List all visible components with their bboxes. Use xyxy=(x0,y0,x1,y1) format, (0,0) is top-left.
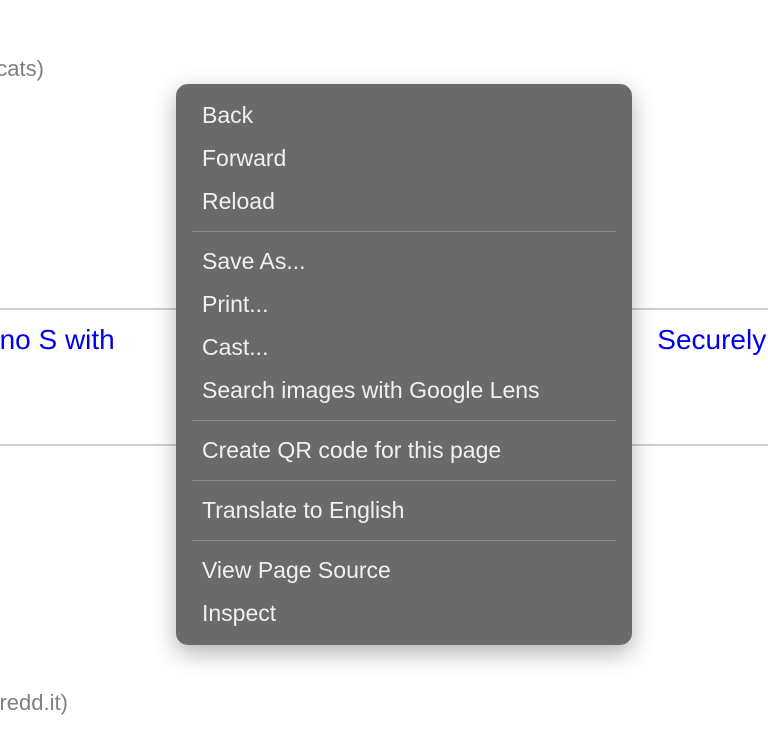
menu-translate[interactable]: Translate to English xyxy=(176,489,632,532)
menu-reload[interactable]: Reload xyxy=(176,180,632,223)
menu-back[interactable]: Back xyxy=(176,94,632,137)
menu-view-source[interactable]: View Page Source xyxy=(176,549,632,592)
menu-save-as[interactable]: Save As... xyxy=(176,240,632,283)
page-text-fragment-bottom: v.redd.it) xyxy=(0,690,68,716)
page-text-fragment-top: f.cats) xyxy=(0,56,44,82)
menu-inspect[interactable]: Inspect xyxy=(176,592,632,635)
menu-print[interactable]: Print... xyxy=(176,283,632,326)
page-link-left-fragment[interactable]: ano S with xyxy=(0,324,115,356)
menu-separator xyxy=(192,540,616,541)
context-menu: Back Forward Reload Save As... Print... … xyxy=(176,84,632,645)
page-link-right-fragment[interactable]: Securely s xyxy=(657,324,768,356)
menu-create-qr[interactable]: Create QR code for this page xyxy=(176,429,632,472)
menu-separator xyxy=(192,231,616,232)
menu-separator xyxy=(192,420,616,421)
menu-forward[interactable]: Forward xyxy=(176,137,632,180)
menu-cast[interactable]: Cast... xyxy=(176,326,632,369)
menu-search-google-lens[interactable]: Search images with Google Lens xyxy=(176,369,632,412)
menu-separator xyxy=(192,480,616,481)
